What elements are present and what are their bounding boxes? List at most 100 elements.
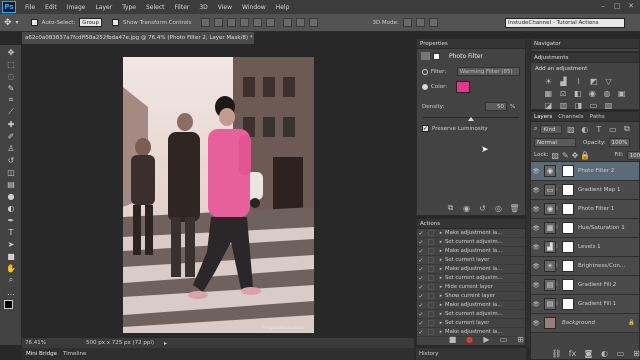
shape-tool-icon[interactable]: ■ (4, 251, 18, 261)
dialog-toggle-icon[interactable] (428, 275, 434, 281)
minimize-icon[interactable]: – (598, 2, 608, 12)
mini-bridge-tab[interactable]: Mini Bridge (26, 351, 57, 357)
layer-style-icon[interactable]: fx (567, 348, 578, 358)
align-bottom-icon[interactable] (227, 18, 237, 27)
dialog-toggle-icon[interactable] (428, 284, 434, 290)
layer-row[interactable]: 👁 ▤ ⁞ Gradient Fill 2 (531, 276, 639, 295)
pen-tool-icon[interactable]: ✒ (4, 215, 18, 225)
color-radio[interactable] (422, 84, 428, 90)
brightness-contrast-icon[interactable]: ☀ (543, 76, 554, 86)
layer-mask-thumbnail[interactable] (562, 203, 574, 215)
action-toggle-icon[interactable]: ✓ (417, 329, 425, 336)
filter-adjustment-icon[interactable]: ◐ (579, 124, 590, 134)
hue-saturation-icon[interactable]: ▦ (543, 88, 554, 98)
add-mask-icon[interactable]: ◙ (583, 348, 594, 358)
layer-mask-thumbnail[interactable] (562, 279, 574, 291)
action-row[interactable]: ✓ ▸ Set current layer (417, 319, 525, 328)
eraser-tool-icon[interactable]: ◫ (4, 167, 18, 177)
action-toggle-icon[interactable]: ✓ (417, 293, 425, 300)
auto-select-checkbox[interactable] (30, 19, 38, 26)
distribute-icon-3[interactable] (309, 18, 319, 27)
filter-radio[interactable] (422, 68, 428, 75)
expand-arrow-icon[interactable]: ▸ (437, 284, 445, 290)
path-select-tool-icon[interactable]: ➤ (4, 239, 18, 249)
actions-tab[interactable]: Actions (417, 219, 525, 229)
exposure-icon[interactable]: ◩ (588, 76, 599, 86)
menu-image[interactable]: Image (62, 4, 91, 11)
record-icon[interactable]: ● (464, 334, 475, 344)
expand-arrow-icon[interactable]: ▸ (437, 230, 445, 236)
align-left-icon[interactable] (240, 18, 250, 27)
action-row[interactable]: ✓ ▸ Make adjustment la... (417, 301, 525, 310)
preserve-luminosity-checkbox[interactable]: ✓ (422, 125, 429, 132)
zoom-level[interactable]: 76.41% (25, 340, 46, 346)
menu-file[interactable]: File (20, 4, 40, 11)
move-tool-icon[interactable]: ✥ (4, 18, 12, 28)
tool-preset-chevron-icon[interactable]: ▾ (16, 19, 19, 26)
3d-rotate-icon[interactable] (402, 18, 412, 27)
eyedropper-tool-icon[interactable]: ⟋ (4, 107, 18, 117)
adjustments-tab[interactable]: Adjustments (531, 53, 639, 63)
color-swatches[interactable] (0, 299, 22, 317)
dialog-toggle-icon[interactable] (428, 248, 434, 254)
filter-type-icon[interactable]: T (593, 124, 604, 134)
visibility-eye-icon[interactable]: 👁 (531, 320, 541, 327)
visibility-eye-icon[interactable]: 👁 (531, 263, 541, 270)
view-previous-icon[interactable]: ◉ (461, 203, 472, 213)
visibility-eye-icon[interactable]: 👁 (531, 206, 541, 213)
action-row[interactable]: ✓ ▸ Make adjustment la... (417, 229, 525, 238)
chain-link-icon[interactable]: ⁞ (556, 186, 560, 194)
new-set-icon[interactable]: ▭ (498, 334, 509, 344)
maximize-icon[interactable]: □ (612, 2, 622, 12)
menu-view[interactable]: View (213, 4, 237, 11)
foreground-color-swatch[interactable] (4, 300, 13, 309)
history-tab[interactable]: History (416, 348, 526, 360)
document-tab[interactable]: a62c0a083837a7fcdff58a252fbda47e.jpg @ 7… (22, 32, 254, 44)
chain-link-icon[interactable]: ⁞ (556, 281, 560, 289)
blend-mode-dropdown[interactable]: Normal (534, 138, 576, 147)
action-toggle-icon[interactable]: ✓ (417, 266, 425, 273)
selective-color-icon[interactable]: ▧ (603, 100, 614, 110)
action-row[interactable]: ✓ ▸ Set current layer (417, 256, 525, 265)
lock-image-icon[interactable]: ✎ (562, 150, 569, 160)
mask-icon[interactable] (433, 52, 440, 60)
status-arrow-icon[interactable]: ▸ (164, 340, 167, 347)
layer-row[interactable]: 👁 ▭ ⁞ Gradient Map 1 (531, 181, 639, 200)
expand-arrow-icon[interactable]: ▸ (437, 239, 445, 245)
chain-link-icon[interactable]: ⁞ (556, 224, 560, 232)
chain-link-icon[interactable]: ⁞ (556, 262, 560, 270)
density-input[interactable]: 50 (485, 102, 507, 111)
threshold-icon[interactable]: ◨ (573, 100, 584, 110)
action-toggle-icon[interactable]: ✓ (417, 248, 425, 255)
distribute-icon-2[interactable] (296, 18, 306, 27)
auto-select-dropdown[interactable]: Group (79, 18, 102, 27)
action-row[interactable]: ✓ ▸ Make adjustment la... (417, 265, 525, 274)
density-slider-thumb[interactable] (468, 117, 474, 121)
black-white-icon[interactable]: ◧ (572, 88, 583, 98)
invert-icon[interactable]: ◪ (543, 100, 554, 110)
reset-icon[interactable]: ↺ (477, 203, 488, 213)
action-row[interactable]: ✓ ▸ Set current adjustm... (417, 274, 525, 283)
visibility-eye-icon[interactable]: 👁 (531, 282, 541, 289)
action-toggle-icon[interactable]: ✓ (417, 302, 425, 309)
visibility-eye-icon[interactable]: 👁 (531, 225, 541, 232)
expand-arrow-icon[interactable]: ▸ (437, 266, 445, 272)
align-right-icon[interactable] (266, 18, 276, 27)
layer-mask-thumbnail[interactable] (562, 241, 574, 253)
filter-smart-icon[interactable]: ⧉ (621, 124, 632, 134)
properties-tab[interactable]: Properties (417, 39, 525, 49)
expand-arrow-icon[interactable]: ▸ (437, 248, 445, 254)
expand-arrow-icon[interactable]: ▸ (437, 320, 445, 326)
more-tools-icon[interactable]: … (4, 287, 18, 297)
zoom-tool-icon[interactable]: ⌕ (4, 275, 18, 285)
distribute-icon[interactable] (283, 18, 293, 27)
menu-3d[interactable]: 3D (194, 4, 212, 11)
menu-window[interactable]: Window (237, 4, 271, 11)
new-adjustment-icon[interactable]: ◐ (599, 348, 610, 358)
layer-mask-thumbnail[interactable] (562, 165, 574, 177)
chain-link-icon[interactable]: ⁞ (556, 205, 560, 213)
brush-tool-icon[interactable]: ✐ (4, 131, 18, 141)
quick-select-tool-icon[interactable]: ✎ (4, 83, 18, 93)
healing-brush-tool-icon[interactable]: ✚ (4, 119, 18, 129)
levels-icon[interactable]: ▟ (558, 76, 569, 86)
